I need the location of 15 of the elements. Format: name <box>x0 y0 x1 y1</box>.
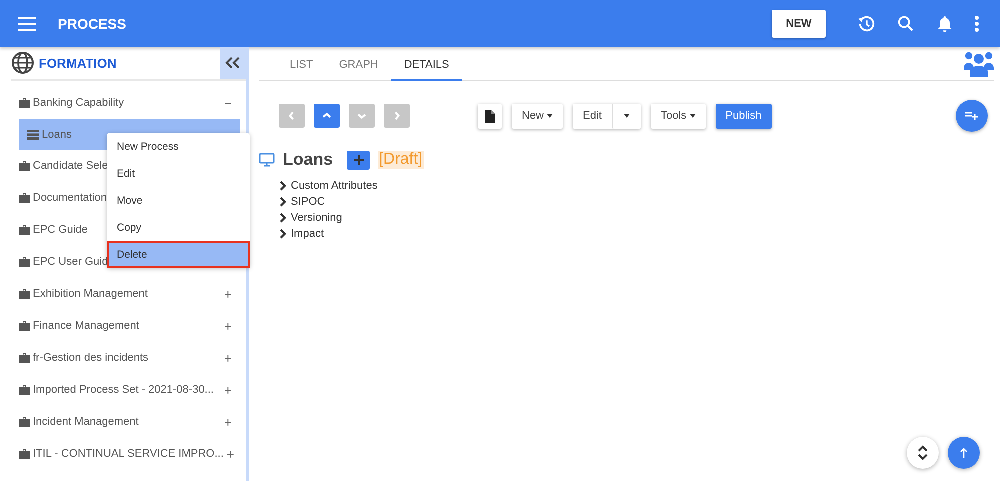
status-label: [Draft] <box>378 151 424 169</box>
tree-item-label: Exhibition Management <box>33 288 148 300</box>
tree-item-label: fr-Gestion des incidents <box>33 352 149 364</box>
tree-item-label: Incident Management <box>33 416 139 428</box>
tree-item-label: Candidate Sele <box>33 160 108 172</box>
tree-item-label: Banking Capability <box>33 97 124 109</box>
sidebar-title: FORMATION <box>39 56 117 70</box>
tree-item-label: EPC Guide <box>33 224 88 236</box>
tree-item-label: ITIL - CONTINUAL SERVICE IMPRO... <box>33 448 224 460</box>
tree-item-label: Finance Management <box>33 320 140 332</box>
process-title: Loans <box>283 150 334 170</box>
tree-item-label: Documentation <box>33 192 107 204</box>
tree-item-label: Loans <box>42 128 72 140</box>
app-title: PROCESS <box>58 16 126 32</box>
tree-item-label: Imported Process Set - 2021-08-30... <box>33 384 214 396</box>
